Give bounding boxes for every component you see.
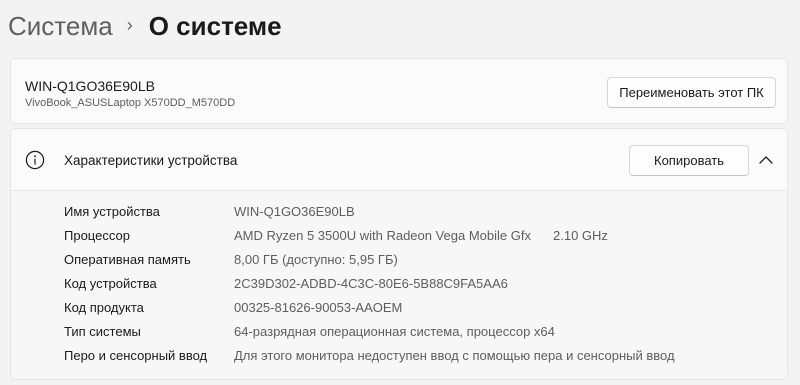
pc-name: WIN-Q1GO36E90LB (25, 78, 155, 94)
spec-label: Процессор (64, 228, 130, 243)
spec-value: 00325-81626-90053-AAOEM (234, 300, 403, 315)
breadcrumb-system-link[interactable]: Система (8, 11, 113, 42)
spec-value: Для этого монитора недоступен ввод с пом… (234, 348, 675, 363)
info-icon (25, 150, 45, 170)
spec-row-ram: Оперативная память 8,00 ГБ (доступно: 5,… (11, 248, 787, 272)
spec-value: 8,00 ГБ (доступно: 5,95 ГБ) (234, 252, 398, 267)
spec-value: 2C39D302-ADBD-4C3C-80E6-5B88C9FA5AA6 (234, 276, 508, 291)
spec-value: 64-разрядная операционная система, проце… (234, 324, 555, 339)
page-title: О системе (148, 10, 282, 41)
spec-label: Перо и сенсорный ввод (64, 348, 208, 363)
breadcrumb: Система › О системе (8, 6, 282, 46)
device-specs-header[interactable]: Характеристики устройства Копировать (11, 129, 787, 191)
processor-clock-speed: 2.10 GHz (553, 228, 608, 243)
spec-label: Имя устройства (64, 204, 160, 219)
spec-row-system-type: Тип системы 64-разрядная операционная си… (11, 320, 787, 344)
chevron-up-icon[interactable] (757, 152, 775, 168)
device-specs-list: Имя устройства WIN-Q1GO36E90LB Процессор… (11, 191, 787, 379)
breadcrumb-separator-icon: › (126, 14, 133, 35)
spec-row-pen-touch: Перо и сенсорный ввод Для этого монитора… (11, 344, 787, 368)
rename-pc-button[interactable]: Переименовать этот ПК (607, 77, 776, 108)
spec-label: Код устройства (64, 276, 157, 291)
pc-name-card: WIN-Q1GO36E90LB VivoBook_ASUSLaptop X570… (10, 58, 788, 124)
spec-label: Код продукта (64, 300, 144, 315)
copy-button[interactable]: Копировать (629, 145, 749, 176)
spec-value-group: AMD Ryzen 5 3500U with Radeon Vega Mobil… (234, 228, 608, 243)
spec-row-device-id: Код устройства 2C39D302-ADBD-4C3C-80E6-5… (11, 272, 787, 296)
spec-value: WIN-Q1GO36E90LB (234, 204, 355, 219)
spec-row-device-name: Имя устройства WIN-Q1GO36E90LB (11, 200, 787, 224)
device-specs-title: Характеристики устройства (64, 153, 238, 168)
spec-label: Тип системы (64, 324, 141, 339)
device-specs-card: Характеристики устройства Копировать Имя… (10, 128, 788, 380)
spec-value: AMD Ryzen 5 3500U with Radeon Vega Mobil… (234, 228, 531, 243)
spec-row-product-id: Код продукта 00325-81626-90053-AAOEM (11, 296, 787, 320)
pc-model: VivoBook_ASUSLaptop X570DD_M570DD (25, 97, 236, 109)
spec-label: Оперативная память (64, 252, 191, 267)
spec-row-processor: Процессор AMD Ryzen 5 3500U with Radeon … (11, 224, 787, 248)
